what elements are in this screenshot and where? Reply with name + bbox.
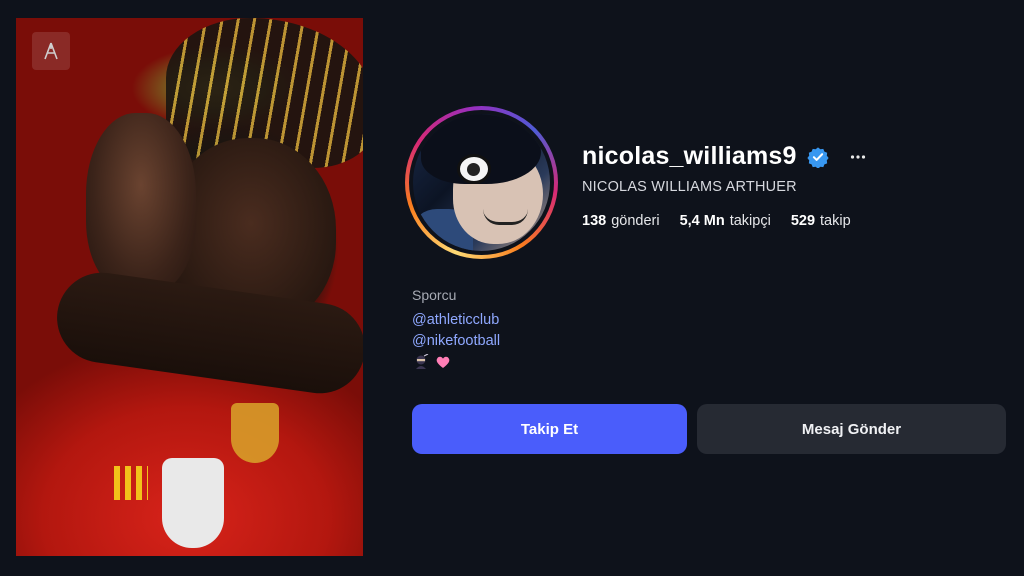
followers-label: takipçi [729, 213, 771, 229]
profile-screen: nicolas_williams9 NICOLAS WILLIAMS ARTHU… [0, 0, 1024, 576]
profile-stats: 138 gönderi 5,4 Mn takipçi 529 takip [582, 213, 851, 229]
stat-following[interactable]: 529 takip [791, 213, 851, 229]
bio-link-nikefootball[interactable]: @nikefootball [412, 333, 500, 349]
following-count: 529 [790, 213, 816, 229]
ninja-emoji-icon [413, 353, 429, 375]
avatar-pupil-shape [467, 163, 480, 176]
stat-posts[interactable]: 138 gönderi [582, 213, 660, 229]
pink-heart-emoji-icon [435, 354, 451, 375]
profile-category: Sporcu [412, 287, 457, 303]
avatar-border [409, 110, 554, 255]
photo-sleeve-badge [162, 458, 224, 548]
verified-badge-icon [806, 146, 829, 168]
full-name: NICOLAS WILLIAMS ARTHUER [582, 179, 797, 195]
bio-link-athleticclub[interactable]: @athleticclub [412, 312, 499, 328]
follow-button[interactable]: Takip Et [412, 404, 687, 454]
username: nicolas_williams9 [582, 142, 797, 170]
username-row: nicolas_williams9 [582, 142, 869, 171]
posts-count: 138 [582, 213, 607, 229]
send-message-button[interactable]: Mesaj Gönder [697, 404, 1006, 454]
avatar[interactable] [405, 106, 558, 259]
avatar-image [413, 114, 550, 251]
photo-hand-shape [86, 113, 196, 293]
stat-followers[interactable]: 5,4 Mn takipçi [680, 213, 771, 229]
following-label: takip [820, 213, 851, 229]
bio-emojis [413, 353, 451, 375]
photo-kit-stripes [114, 466, 148, 500]
photo-crest-shape [231, 403, 279, 463]
more-options-icon[interactable] [847, 146, 869, 168]
followers-count: 5,4 Mn [679, 213, 725, 229]
profile-cover-photo [16, 18, 363, 556]
posts-label: gönderi [611, 213, 660, 229]
watermark-logo-icon [32, 32, 70, 70]
